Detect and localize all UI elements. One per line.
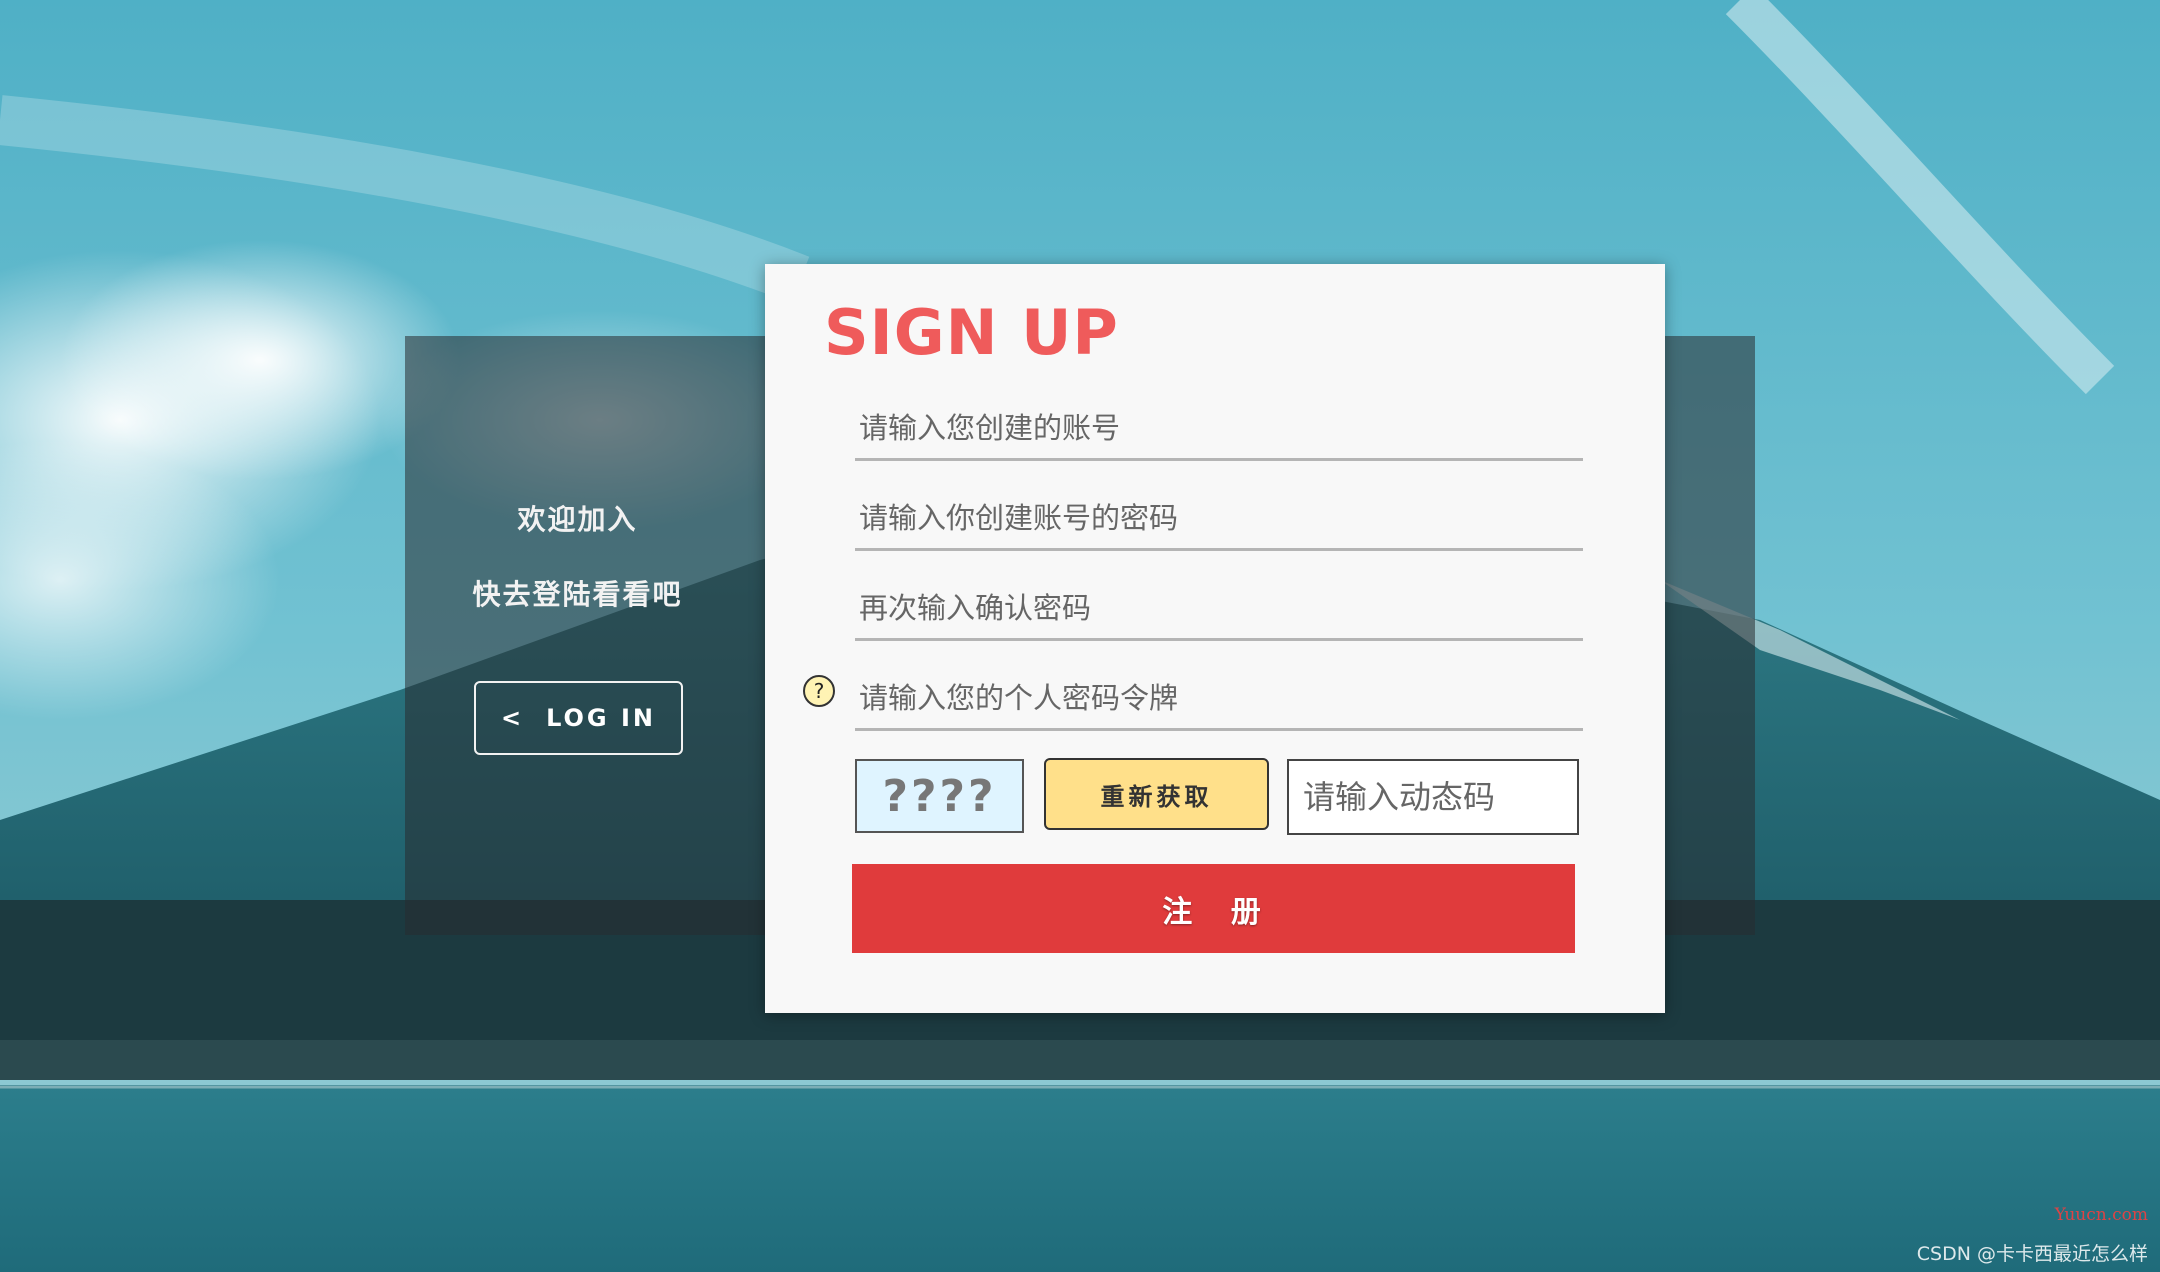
dynamic-code-input[interactable]	[1287, 759, 1579, 835]
login-button[interactable]: < LOG IN	[474, 681, 683, 755]
chevron-left-icon: <	[500, 704, 525, 732]
confirm-password-input[interactable]	[855, 577, 1583, 641]
password-input[interactable]	[855, 487, 1583, 551]
site-watermark: Yuucn.com	[2054, 1205, 2148, 1225]
captcha-display: ????	[855, 759, 1024, 833]
welcome-subheading: 快去登陆看看吧	[472, 578, 683, 611]
token-input[interactable]	[855, 667, 1583, 731]
author-watermark: CSDN @卡卡西最近怎么样	[1916, 1243, 2148, 1265]
login-button-label: LOG IN	[546, 704, 657, 732]
register-button[interactable]: 注 册	[852, 864, 1575, 953]
refresh-captcha-button[interactable]: 重新获取	[1044, 758, 1269, 830]
question-circle-icon[interactable]: ?	[803, 675, 835, 707]
account-input[interactable]	[855, 397, 1583, 461]
page-title: SIGN UP	[824, 296, 1119, 369]
welcome-heading: 欢迎加入	[517, 503, 638, 536]
